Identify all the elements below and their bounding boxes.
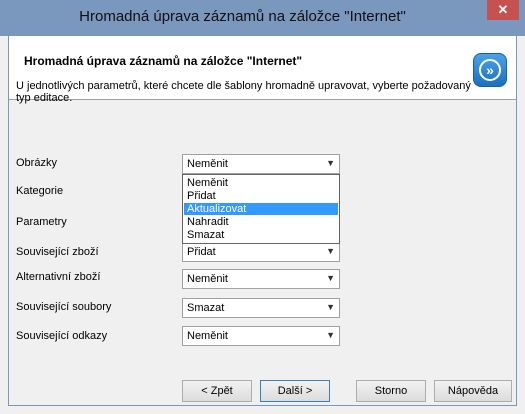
chevron-down-icon: ▼ xyxy=(326,246,335,256)
dropdown-option-highlighted[interactable]: Aktualizovat xyxy=(184,203,338,215)
row-label-kategorie: Kategorie xyxy=(16,185,64,197)
chevron-down-icon: ▼ xyxy=(326,273,335,283)
wizard-arrow-icon: » xyxy=(479,59,501,81)
row-label-obrazky: Obrázky xyxy=(16,157,57,169)
combo-value: Neměnit xyxy=(187,330,228,342)
dropdown-option[interactable]: Neměnit xyxy=(184,177,338,189)
title-bar: Hromadná úprava záznamů na záložce "Inte… xyxy=(0,0,525,36)
combo-souvisejici-odkazy[interactable]: Neměnit ▼ xyxy=(182,326,340,346)
chevron-down-icon: ▼ xyxy=(326,330,335,340)
chevron-down-icon: ▼ xyxy=(326,158,335,168)
combo-value: Smazat xyxy=(187,302,225,314)
dialog-window: Hromadná úprava záznamů na záložce "Inte… xyxy=(0,0,525,414)
row-label-alternativni-zbozi: Alternativní zboží xyxy=(16,271,101,283)
combo-value: Přidat xyxy=(187,246,216,258)
back-button[interactable]: < Zpět xyxy=(182,380,252,402)
dropdown-option[interactable]: Nahradit xyxy=(184,216,338,228)
dropdown-option[interactable]: Smazat xyxy=(184,229,338,241)
row-label-souvisejici-zbozi: Související zboží xyxy=(16,246,99,258)
combo-souvisejici-zbozi[interactable]: Přidat ▼ xyxy=(182,242,340,262)
combo-value: Neměnit xyxy=(187,273,228,285)
row-label-souvisejici-odkazy: Související odkazy xyxy=(16,330,108,342)
dropdown-option[interactable]: Přidat xyxy=(184,190,338,202)
next-button[interactable]: Další > xyxy=(260,380,330,402)
window-title: Hromadná úprava záznamů na záložce "Inte… xyxy=(79,8,406,25)
combo-value: Neměnit xyxy=(187,158,228,170)
instructions-text: U jednotlivých parametrů, které chcete d… xyxy=(16,80,471,104)
combo-alternativni-zbozi[interactable]: Neměnit ▼ xyxy=(182,269,340,289)
row-label-parametry: Parametry xyxy=(16,216,67,228)
dropdown-list: Neměnit Přidat Aktualizovat Nahradit Sma… xyxy=(182,174,340,244)
close-button[interactable]: ✕ xyxy=(487,0,519,20)
combo-souvisejici-soubory[interactable]: Smazat ▼ xyxy=(182,298,340,318)
combo-obrazky[interactable]: Neměnit ▼ xyxy=(182,154,340,174)
chevron-down-icon: ▼ xyxy=(326,302,335,312)
help-button[interactable]: Nápověda xyxy=(434,380,512,402)
row-label-souvisejici-soubory: Související soubory xyxy=(16,301,112,313)
cancel-button[interactable]: Storno xyxy=(356,380,426,402)
header-title: Hromadná úprava záznamů na záložce "Inte… xyxy=(24,54,303,68)
